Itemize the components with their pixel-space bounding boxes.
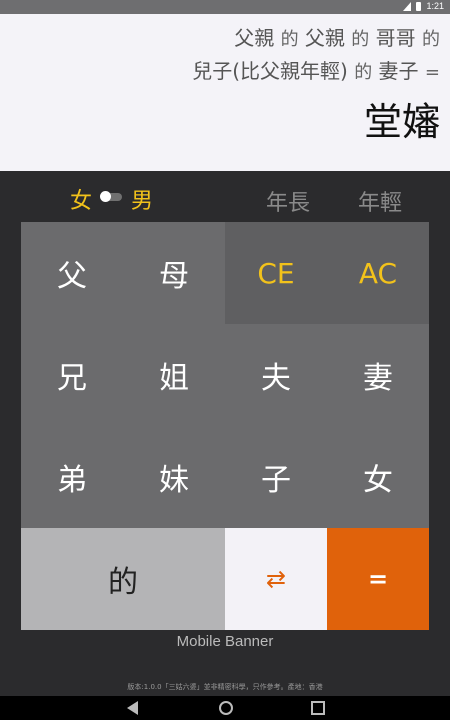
footer-note: 版本:1.0.0「三姑六婆」並非精密科學，只作參考。產地：香港 bbox=[127, 683, 323, 691]
expr-token: = bbox=[424, 62, 440, 83]
expr-token: 父親 bbox=[234, 26, 275, 50]
age-older-button[interactable]: 年長 bbox=[266, 185, 310, 217]
controls-row: 女 男 年長 年輕 bbox=[0, 171, 450, 221]
expr-token: 的 bbox=[422, 29, 440, 50]
back-icon[interactable] bbox=[127, 701, 138, 715]
key-daughter[interactable]: 女 bbox=[327, 426, 429, 528]
expression-display: 父親 的 父親 的 哥哥 的 兒子(比父親年輕) 的 妻子 = 堂嬸 bbox=[0, 14, 450, 171]
key-husband[interactable]: 夫 bbox=[225, 324, 327, 426]
key-of[interactable]: 的 bbox=[21, 528, 225, 630]
expression-line-1: 父親 的 父親 的 哥哥 的 bbox=[10, 24, 440, 54]
key-younger-sister[interactable]: 妹 bbox=[123, 426, 225, 528]
status-time: 1:21 bbox=[426, 1, 444, 11]
gender-toggle[interactable] bbox=[100, 191, 122, 202]
gender-female-label[interactable]: 女 bbox=[70, 183, 92, 215]
key-ac[interactable]: AC bbox=[327, 222, 429, 324]
key-younger-brother[interactable]: 弟 bbox=[21, 426, 123, 528]
key-elder-sister[interactable]: 姐 bbox=[123, 324, 225, 426]
home-icon[interactable] bbox=[219, 701, 233, 715]
status-icons: 1:21 bbox=[403, 1, 444, 11]
keypad: 父 母 CE AC 兄 姐 夫 妻 弟 妹 子 女 的 ⇄ = bbox=[21, 222, 429, 630]
battery-icon bbox=[416, 1, 422, 11]
expr-token: 的 bbox=[280, 29, 299, 50]
expression-line-2: 兒子(比父親年輕) 的 妻子 = bbox=[10, 57, 440, 87]
expr-token: 哥哥 bbox=[375, 26, 416, 50]
age-younger-button[interactable]: 年輕 bbox=[358, 185, 402, 217]
toggle-knob bbox=[100, 191, 111, 202]
status-bar: 1:21 bbox=[0, 0, 450, 14]
signal-icon bbox=[403, 1, 412, 11]
expr-token: 妻子 bbox=[378, 59, 419, 83]
key-ce[interactable]: CE bbox=[225, 222, 327, 324]
expr-token: 兒子(比父親年輕) bbox=[192, 59, 348, 83]
result-text: 堂嬸 bbox=[363, 100, 440, 144]
expr-token: 的 bbox=[354, 62, 373, 83]
gender-male-label[interactable]: 男 bbox=[131, 183, 153, 215]
key-wife[interactable]: 妻 bbox=[327, 324, 429, 426]
expr-token: 父親 bbox=[304, 26, 345, 50]
key-son[interactable]: 子 bbox=[225, 426, 327, 528]
swap-icon[interactable]: ⇄ bbox=[225, 528, 327, 630]
recents-icon[interactable] bbox=[311, 701, 325, 715]
expr-token: 的 bbox=[351, 29, 370, 50]
key-mother[interactable]: 母 bbox=[123, 222, 225, 324]
navigation-bar bbox=[0, 696, 450, 720]
key-equals[interactable]: = bbox=[327, 528, 429, 630]
key-father[interactable]: 父 bbox=[21, 222, 123, 324]
mobile-banner[interactable]: Mobile Banner bbox=[0, 630, 450, 654]
key-elder-brother[interactable]: 兄 bbox=[21, 324, 123, 426]
